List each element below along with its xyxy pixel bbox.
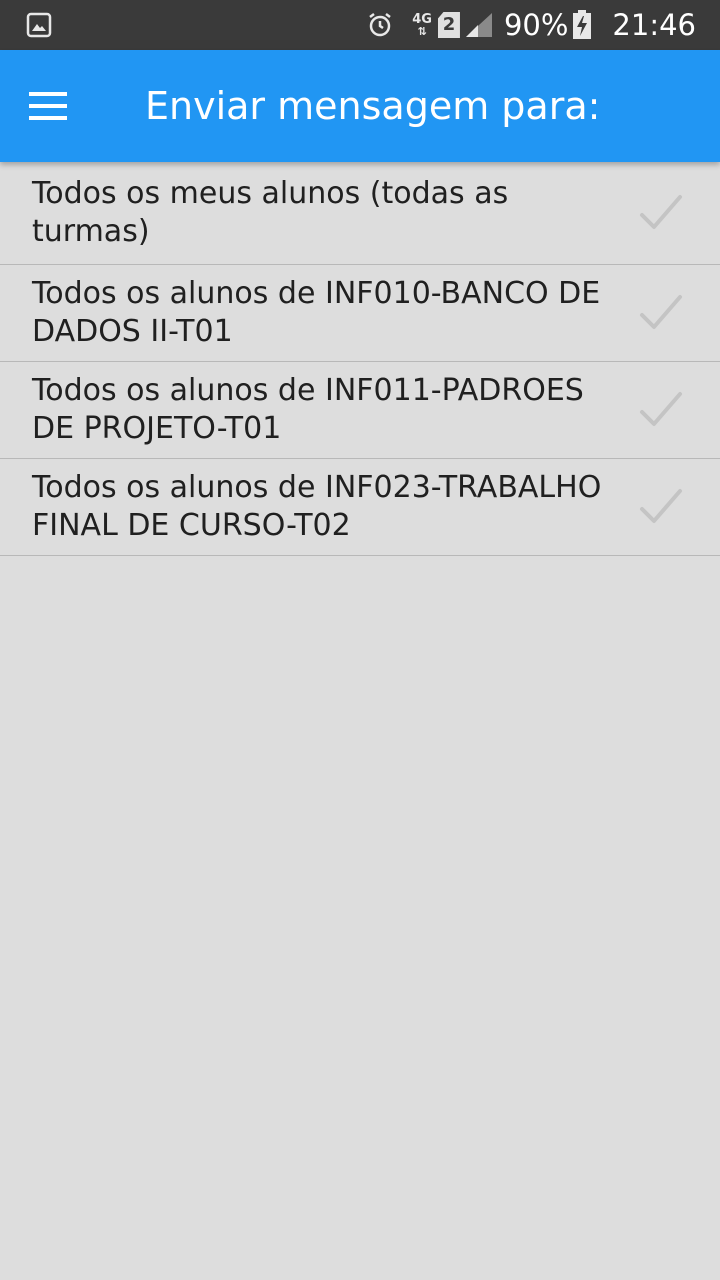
recipient-inf011[interactable]: Todos os alunos de INF011-PADROES DE PRO… — [0, 362, 720, 459]
check-icon[interactable] — [638, 293, 684, 333]
clock: 21:46 — [612, 8, 696, 42]
recipient-label: Todos os meus alunos (todas as turmas) — [32, 176, 509, 249]
battery-percent: 90% — [503, 8, 569, 42]
check-icon[interactable] — [638, 193, 684, 233]
recipient-all-students[interactable]: Todos os meus alunos (todas as turmas) — [0, 162, 720, 265]
recipient-label: Todos os alunos de INF011-PADROES DE PRO… — [32, 373, 584, 446]
check-icon[interactable] — [638, 487, 684, 527]
recipient-label: Todos os alunos de INF010-BANCO DE DADOS… — [32, 276, 601, 349]
recipient-inf023[interactable]: Todos os alunos de INF023-TRABALHO FINAL… — [0, 459, 720, 556]
sim-2-icon: 2 — [437, 12, 460, 38]
status-bar: 4G ⇅ 2 90% 21:46 — [0, 0, 720, 50]
page-title: Enviar mensagem para: — [145, 84, 601, 128]
network-4g-icon: 4G ⇅ — [412, 11, 432, 38]
check-icon[interactable] — [638, 390, 684, 430]
recipient-label: Todos os alunos de INF023-TRABALHO FINAL… — [32, 470, 602, 543]
alarm-icon — [369, 13, 391, 37]
hamburger-menu-icon[interactable] — [22, 80, 74, 132]
gallery-icon — [26, 12, 52, 38]
app-bar: Enviar mensagem para: — [0, 50, 720, 162]
signal-icon — [465, 13, 492, 37]
status-icons: 4G ⇅ 2 90% 21:46 — [366, 0, 720, 50]
battery-charging-icon — [573, 10, 592, 39]
recipient-list: Todos os meus alunos (todas as turmas) T… — [0, 162, 720, 556]
network-type-label: 4G — [412, 11, 432, 27]
recipient-inf010[interactable]: Todos os alunos de INF010-BANCO DE DADOS… — [0, 265, 720, 362]
